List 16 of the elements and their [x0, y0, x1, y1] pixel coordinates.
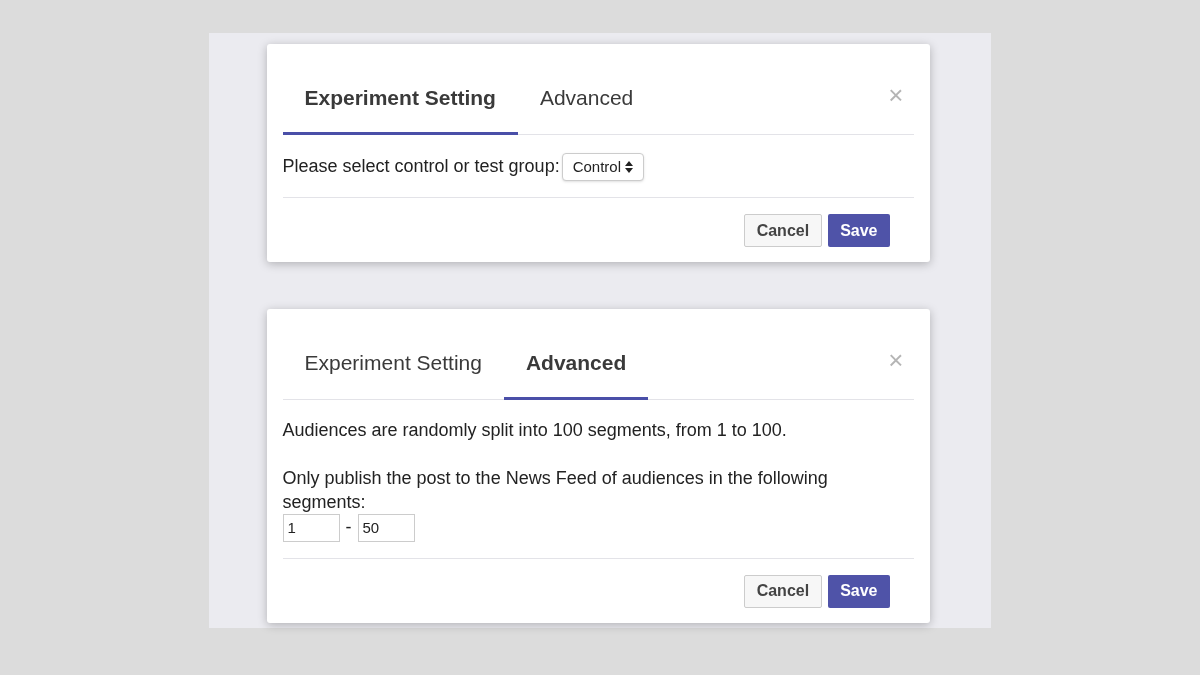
cancel-button[interactable]: Cancel — [743, 214, 823, 247]
select-dropdown[interactable]: Control — [561, 152, 644, 181]
save-button[interactable]: Save — [828, 574, 890, 608]
tab[interactable]: Experiment Setting — [282, 335, 504, 400]
save-button[interactable]: Save — [828, 214, 890, 247]
tab[interactable]: Experiment Setting — [282, 70, 518, 135]
paragraph: Only publish the post to the News Feed of audiences in the following segments: — [282, 466, 829, 514]
range-separator: - — [345, 516, 352, 539]
cancel-button[interactable]: Cancel — [743, 574, 823, 608]
updown-caret-icon — [625, 160, 633, 173]
tab[interactable]: Advanced — [503, 335, 649, 400]
range-end-input[interactable]: 50 — [357, 513, 415, 542]
range-start-input[interactable]: 1 — [282, 513, 340, 542]
tab[interactable]: Advanced — [517, 70, 656, 135]
field-label: Please select control or test group: — [282, 155, 560, 179]
paragraph: Audiences are randomly split into 100 segments, from 1 to 100. — [282, 418, 788, 442]
